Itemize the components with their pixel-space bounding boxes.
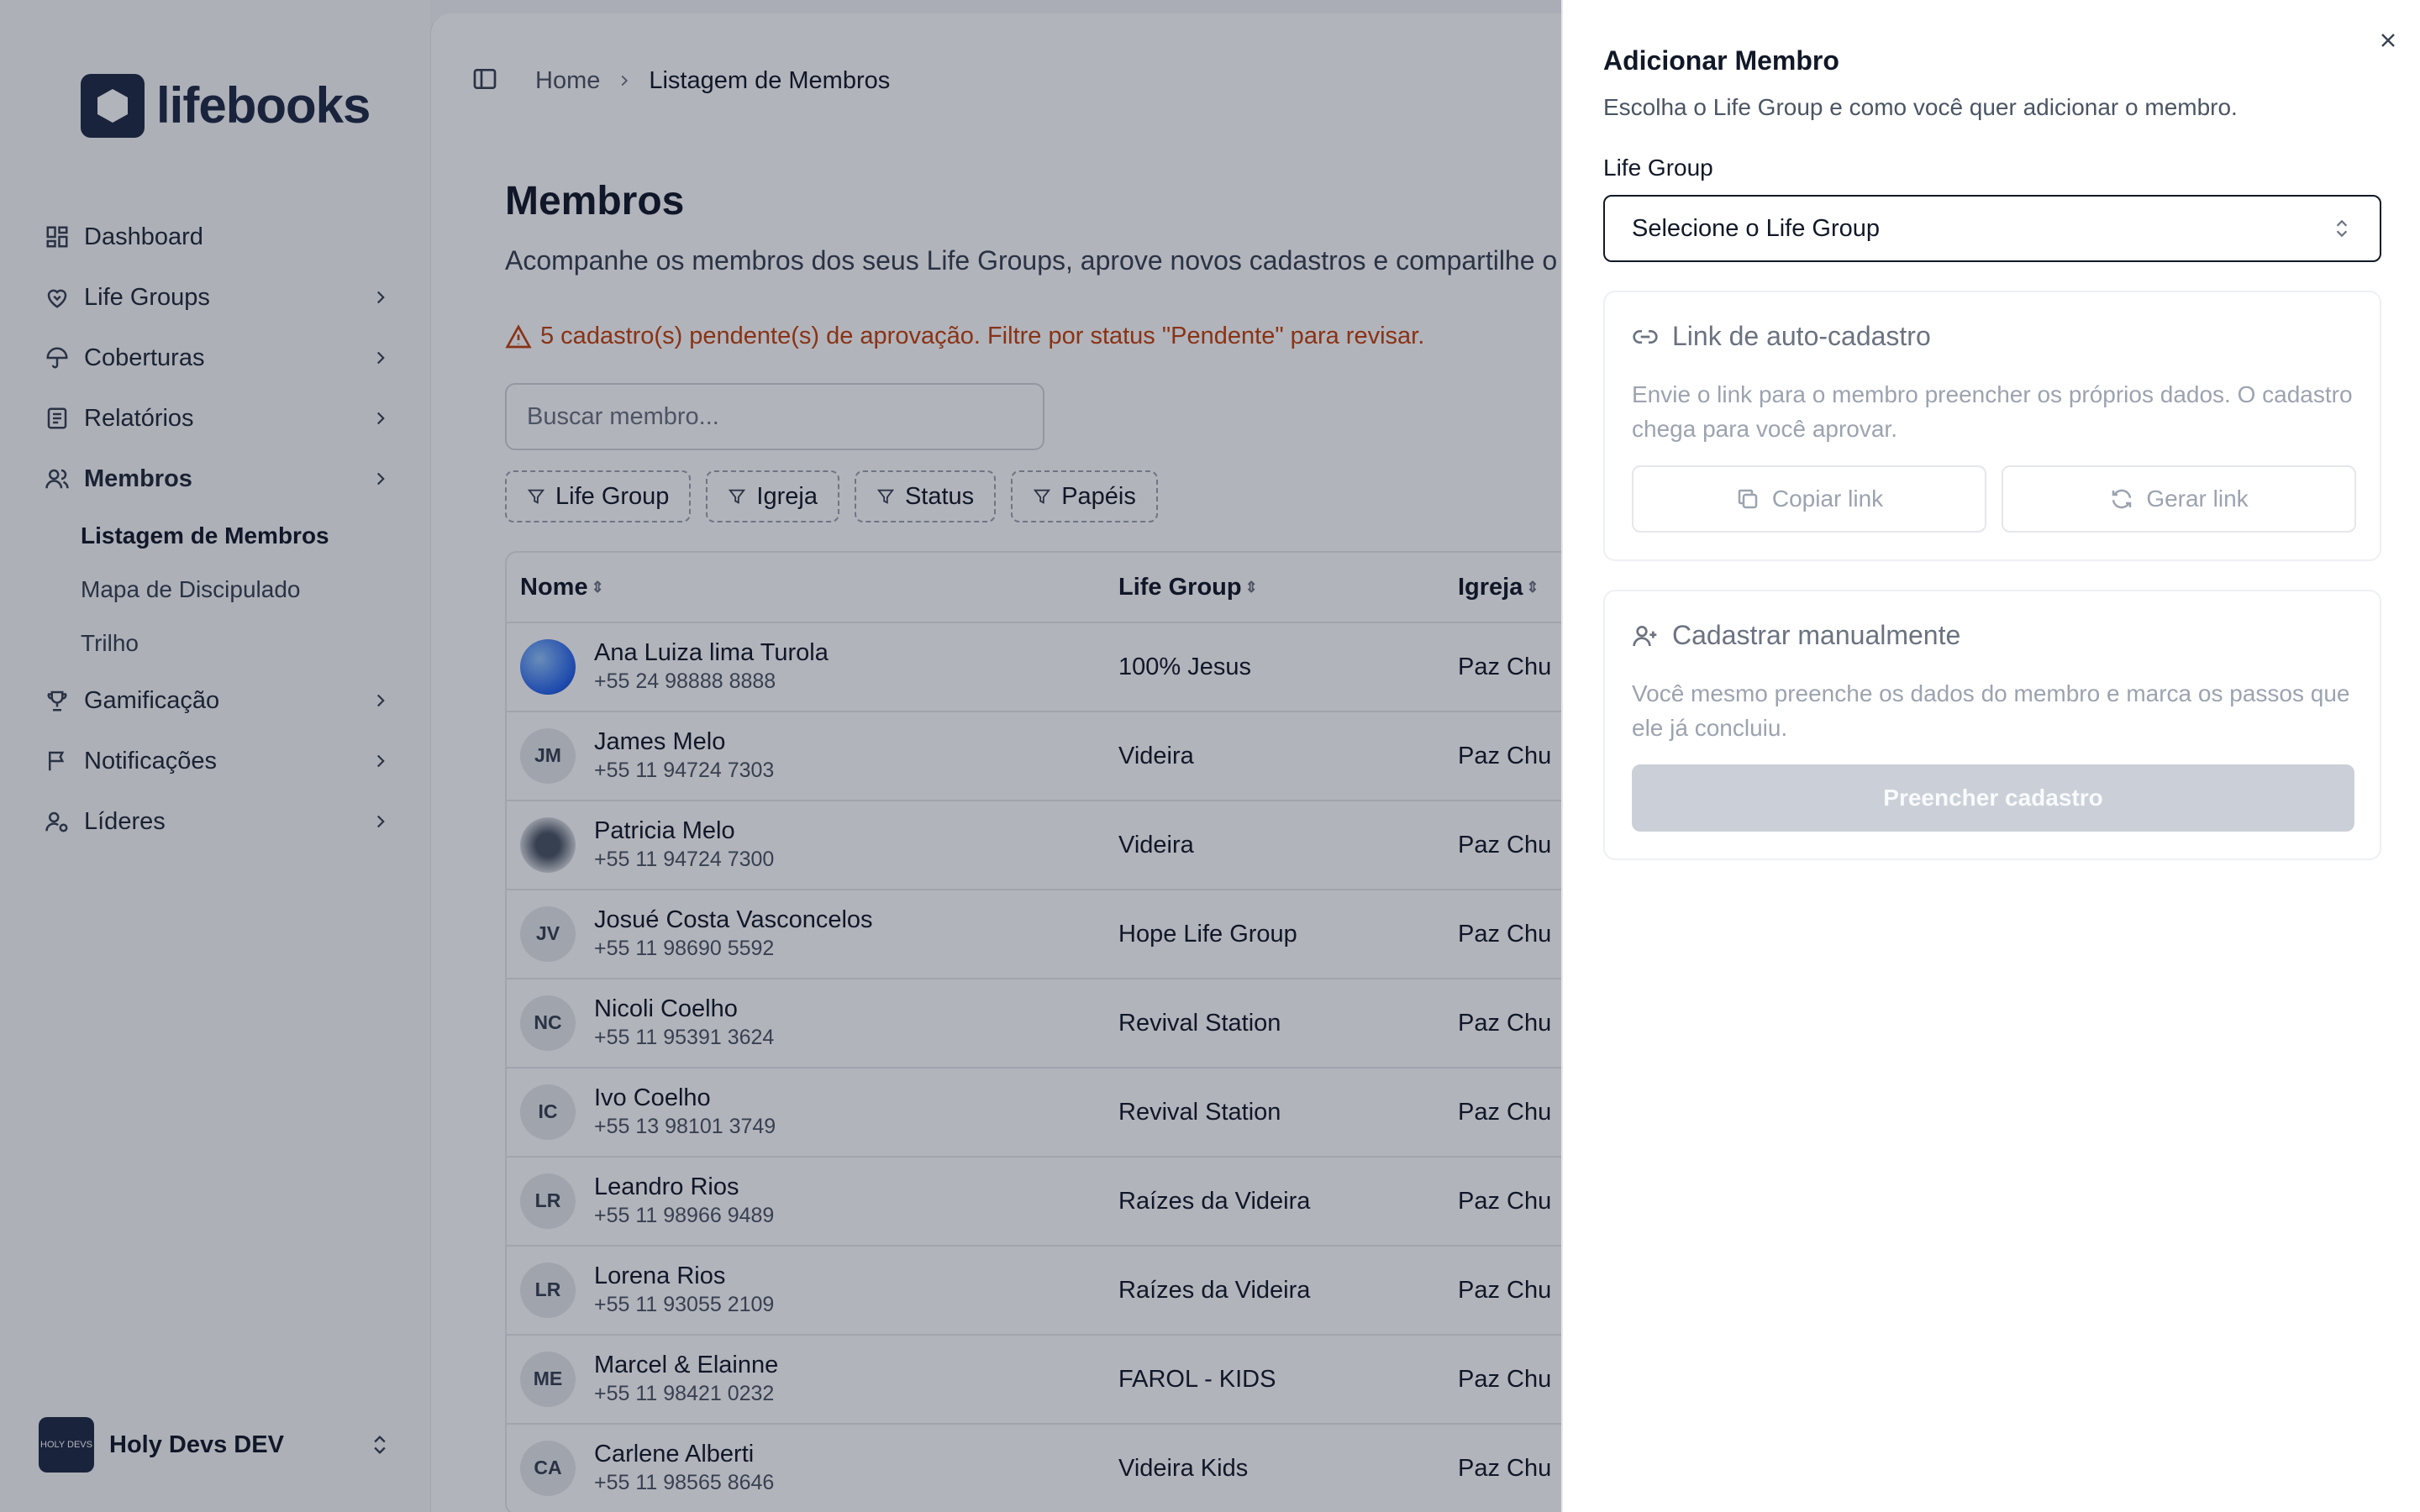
user-plus-icon (1633, 625, 1657, 646)
drawer-title: Adicionar Membro (1603, 45, 1839, 76)
self-signup-description: Envie o link para o membro preencher os … (1632, 381, 2353, 442)
manual-signup-description: Você mesmo preenche os dados do membro e… (1632, 680, 2350, 741)
life-group-label: Life Group (1603, 155, 1713, 181)
select-value: Selecione o Life Group (1632, 214, 1881, 242)
manual-signup-card: Cadastrar manualmente Você mesmo preench… (1603, 590, 2381, 860)
copy-link-button[interactable]: Copiar link (1632, 465, 1986, 533)
self-signup-card: Link de auto-cadastro Envie o link para … (1603, 291, 2381, 561)
self-signup-actions: Copiar link Gerar link (1632, 465, 2356, 533)
chevrons-up-down-icon (2336, 219, 2348, 238)
manual-signup-card-header: Cadastrar manualmente (1632, 620, 1960, 651)
copy-icon (1738, 489, 1758, 509)
fill-form-button[interactable]: Preencher cadastro (1632, 764, 2354, 832)
link-icon (1633, 329, 1658, 344)
manual-signup-title: Cadastrar manualmente (1672, 620, 1961, 650)
self-signup-card-header: Link de auto-cadastro (1632, 321, 1931, 352)
self-signup-title: Link de auto-cadastro (1672, 321, 1931, 351)
life-group-select[interactable]: Selecione o Life Group (1603, 195, 2381, 262)
refresh-icon (2112, 489, 2132, 509)
generate-link-button[interactable]: Gerar link (2002, 465, 2356, 533)
close-button[interactable] (2371, 24, 2405, 57)
generate-link-label: Gerar link (2146, 486, 2249, 512)
add-member-drawer: Adicionar Membro Escolha o Life Group e … (1561, 0, 2420, 1512)
drawer-subtitle: Escolha o Life Group e como você quer ad… (1603, 94, 2238, 120)
close-icon (2381, 34, 2395, 47)
copy-link-label: Copiar link (1771, 486, 1884, 512)
